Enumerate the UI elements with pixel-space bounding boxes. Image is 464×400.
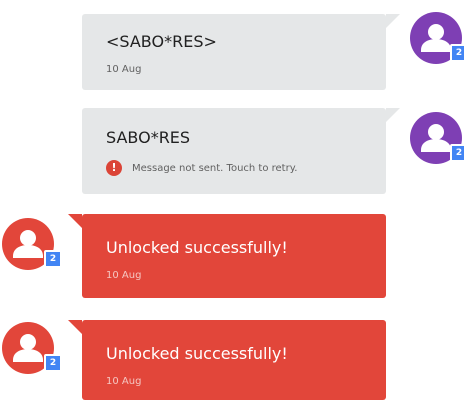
- sim-badge: 2: [44, 250, 62, 268]
- message-text: <SABO*RES>: [106, 32, 217, 51]
- contact-avatar[interactable]: 2: [410, 112, 464, 164]
- bubble-tail: [386, 108, 400, 122]
- message-date: 10 Aug: [106, 270, 142, 281]
- send-error-row[interactable]: ! Message not sent. Touch to retry.: [106, 160, 297, 176]
- contact-avatar[interactable]: 2: [2, 218, 62, 270]
- message-text: Unlocked successfully!: [106, 238, 288, 257]
- error-icon: !: [106, 160, 122, 176]
- message-text: SABO*RES: [106, 128, 191, 147]
- sim-badge: 2: [450, 44, 464, 62]
- message-bubble-outgoing[interactable]: <SABO*RES> 10 Aug: [82, 14, 400, 90]
- message-date: 10 Aug: [106, 376, 142, 387]
- send-error-text: Message not sent. Touch to retry.: [132, 162, 298, 174]
- message-text: Unlocked successfully!: [106, 344, 288, 363]
- contact-avatar[interactable]: 2: [410, 12, 464, 64]
- bubble-tail: [68, 320, 82, 334]
- sim-badge: 2: [450, 144, 464, 162]
- message-bubble-incoming[interactable]: Unlocked successfully! 10 Aug: [68, 320, 386, 400]
- message-bubble-outgoing-failed[interactable]: SABO*RES ! Message not sent. Touch to re…: [82, 108, 400, 194]
- sim-badge: 2: [44, 354, 62, 372]
- bubble-tail: [68, 214, 82, 228]
- contact-avatar[interactable]: 2: [2, 322, 62, 374]
- message-bubble-incoming[interactable]: Unlocked successfully! 10 Aug: [68, 214, 386, 298]
- message-date: 10 Aug: [106, 64, 142, 75]
- bubble-tail: [386, 14, 400, 28]
